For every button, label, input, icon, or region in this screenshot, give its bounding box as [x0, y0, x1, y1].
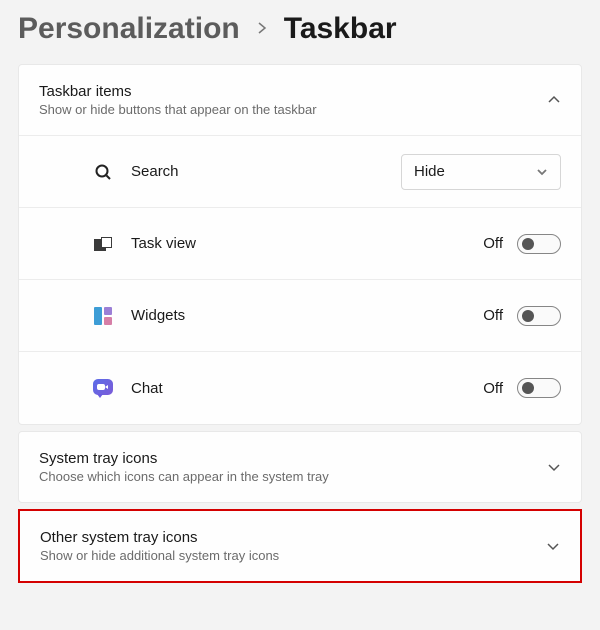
item-label: Chat — [131, 380, 163, 397]
chevron-down-icon — [536, 166, 548, 178]
section-title: Other system tray icons — [40, 529, 279, 546]
dropdown-value: Hide — [414, 163, 445, 180]
chevron-up-icon — [547, 93, 561, 107]
section-header-system-tray[interactable]: System tray icons Choose which icons can… — [19, 432, 581, 502]
section-header-taskbar-items[interactable]: Taskbar items Show or hide buttons that … — [19, 65, 581, 135]
task-view-toggle[interactable] — [517, 234, 561, 254]
item-label: Widgets — [131, 307, 185, 324]
widgets-toggle[interactable] — [517, 306, 561, 326]
search-dropdown[interactable]: Hide — [401, 154, 561, 190]
widgets-icon — [93, 306, 113, 326]
breadcrumb-current: Taskbar — [284, 12, 397, 46]
section-taskbar-items: Taskbar items Show or hide buttons that … — [18, 64, 582, 425]
breadcrumb-parent[interactable]: Personalization — [18, 12, 240, 46]
chat-toggle[interactable] — [517, 378, 561, 398]
item-label: Task view — [131, 235, 196, 252]
chevron-right-icon — [256, 18, 268, 41]
taskbar-item-chat: Chat Off — [19, 352, 581, 424]
section-subtitle: Show or hide buttons that appear on the … — [39, 102, 317, 117]
taskbar-item-task-view: Task view Off — [19, 208, 581, 280]
task-view-icon — [93, 234, 113, 254]
toggle-state-label: Off — [483, 380, 503, 397]
section-other-system-tray: Other system tray icons Show or hide add… — [18, 509, 582, 583]
taskbar-item-search: Search Hide — [19, 136, 581, 208]
chevron-down-icon — [547, 460, 561, 474]
chevron-down-icon — [546, 539, 560, 553]
toggle-state-label: Off — [483, 307, 503, 324]
toggle-state-label: Off — [483, 235, 503, 252]
section-title: Taskbar items — [39, 83, 317, 100]
section-header-other-system-tray[interactable]: Other system tray icons Show or hide add… — [20, 511, 580, 581]
taskbar-item-widgets: Widgets Off — [19, 280, 581, 352]
breadcrumb: Personalization Taskbar — [18, 0, 582, 64]
chat-icon — [93, 378, 113, 398]
section-subtitle: Show or hide additional system tray icon… — [40, 548, 279, 563]
search-icon — [93, 162, 113, 182]
section-subtitle: Choose which icons can appear in the sys… — [39, 469, 329, 484]
item-label: Search — [131, 163, 179, 180]
section-system-tray: System tray icons Choose which icons can… — [18, 431, 582, 503]
section-title: System tray icons — [39, 450, 329, 467]
taskbar-items-list: Search Hide Task view — [19, 135, 581, 424]
